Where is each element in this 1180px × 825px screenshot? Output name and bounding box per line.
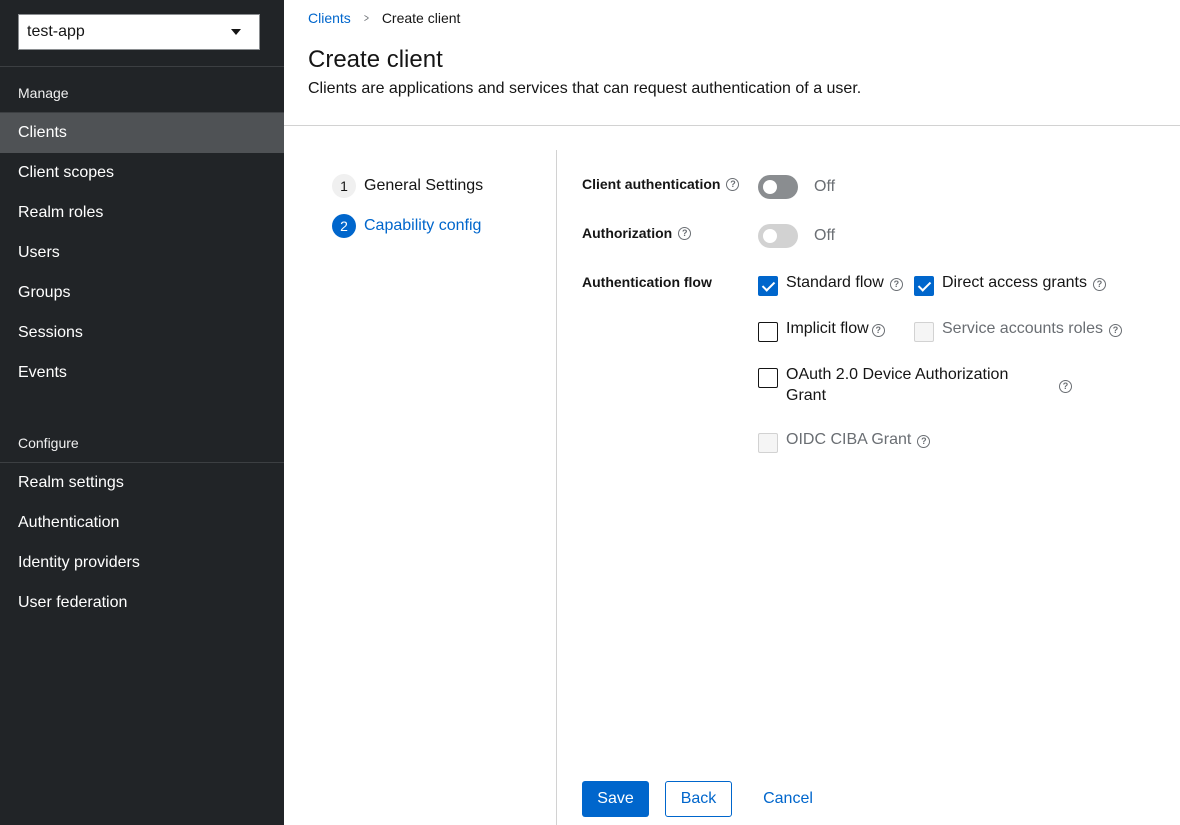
authorization-switch <box>758 224 798 248</box>
help-icon[interactable]: ? <box>889 278 903 291</box>
step-number: 1 <box>332 174 356 198</box>
client-authentication-row: Off <box>758 175 835 199</box>
help-icon[interactable]: ? <box>871 324 885 337</box>
direct-access-option: Direct access grants ? <box>914 274 1106 296</box>
client-authentication-switch[interactable] <box>758 175 798 199</box>
header-divider <box>284 125 1180 126</box>
help-icon[interactable]: ? <box>1092 278 1106 291</box>
breadcrumb-current: Create client <box>381 10 461 26</box>
implicit-flow-checkbox[interactable] <box>758 322 778 342</box>
chevron-right-icon: > <box>363 11 369 25</box>
client-authentication-label: Client authentication ? <box>582 176 740 192</box>
breadcrumb-clients-link[interactable]: Clients <box>308 10 351 26</box>
page-description: Clients are applications and services th… <box>308 80 862 97</box>
authentication-flow-label: Authentication flow <box>582 274 712 290</box>
help-icon[interactable]: ? <box>678 226 692 240</box>
sidebar-item-clients[interactable]: Clients <box>0 113 284 153</box>
back-button[interactable]: Back <box>665 781 732 817</box>
nav-divider <box>0 66 284 67</box>
step-number: 2 <box>332 214 356 238</box>
implicit-flow-label: Implicit flow <box>786 320 869 337</box>
sidebar-item-sessions[interactable]: Sessions <box>0 313 284 353</box>
sidebar-item-groups[interactable]: Groups <box>0 273 284 313</box>
help-icon[interactable]: ? <box>1059 380 1072 393</box>
standard-flow-option: Standard flow ? <box>758 274 903 296</box>
nav-section-configure: Configure <box>18 435 79 451</box>
service-accounts-roles-checkbox <box>914 322 934 342</box>
device-grant-option: OAuth 2.0 Device Authorization Grant ? <box>758 366 1072 406</box>
sidebar-item-authentication[interactable]: Authentication <box>0 503 284 543</box>
label-text: Client authentication <box>582 176 721 192</box>
oidc-ciba-grant-label: OIDC CIBA Grant <box>786 431 912 448</box>
oauth-device-grant-label: OAuth 2.0 Device Authorization Grant <box>786 364 1052 406</box>
step-label: Capability config <box>364 217 482 234</box>
authorization-row: Off <box>758 224 835 248</box>
switch-state-text: Off <box>814 178 836 195</box>
sidebar: test-app Manage Clients Client scopes Re… <box>0 0 284 825</box>
direct-access-grants-label: Direct access grants <box>942 274 1087 291</box>
cancel-button[interactable]: Cancel <box>748 781 828 817</box>
help-icon[interactable]: ? <box>1108 324 1122 337</box>
switch-state-text: Off <box>814 227 836 244</box>
help-icon[interactable]: ? <box>917 435 931 448</box>
caret-down-icon <box>231 29 241 35</box>
wizard-divider <box>556 150 557 825</box>
sidebar-item-realm-roles[interactable]: Realm roles <box>0 193 284 233</box>
sidebar-item-user-federation[interactable]: User federation <box>0 583 284 623</box>
oauth-device-grant-checkbox[interactable] <box>758 368 778 388</box>
sidebar-item-realm-settings[interactable]: Realm settings <box>0 463 284 503</box>
realm-name: test-app <box>27 23 85 40</box>
ciba-option: OIDC CIBA Grant ? <box>758 431 931 453</box>
sidebar-item-events[interactable]: Events <box>0 353 284 393</box>
standard-flow-checkbox[interactable] <box>758 276 778 296</box>
direct-access-grants-checkbox[interactable] <box>914 276 934 296</box>
help-icon[interactable]: ? <box>726 177 740 191</box>
wizard-step-capability-config[interactable]: 2 Capability config <box>332 214 481 238</box>
sidebar-item-identity-providers[interactable]: Identity providers <box>0 543 284 583</box>
standard-flow-label: Standard flow <box>786 274 884 291</box>
sidebar-item-users[interactable]: Users <box>0 233 284 273</box>
label-line-2: Grant <box>786 387 827 404</box>
main-content: Clients > Create client Create client Cl… <box>284 0 1180 825</box>
page-title: Create client <box>308 46 443 73</box>
breadcrumb: Clients > Create client <box>308 10 460 26</box>
service-accounts-option: Service accounts roles ? <box>914 320 1122 342</box>
sidebar-item-client-scopes[interactable]: Client scopes <box>0 153 284 193</box>
service-accounts-roles-label: Service accounts roles <box>942 320 1103 337</box>
realm-selector[interactable]: test-app <box>18 14 260 50</box>
save-button[interactable]: Save <box>582 781 649 817</box>
wizard-step-general-settings[interactable]: 1 General Settings <box>332 174 483 198</box>
nav-section-manage: Manage <box>18 85 69 101</box>
label-line-1: OAuth 2.0 Device Authorization <box>786 366 1009 383</box>
oidc-ciba-grant-checkbox <box>758 433 778 453</box>
step-label: General Settings <box>364 177 484 194</box>
authorization-label: Authorization ? <box>582 225 692 241</box>
label-text: Authorization <box>582 225 673 241</box>
implicit-flow-option: Implicit flow ? <box>758 320 885 342</box>
